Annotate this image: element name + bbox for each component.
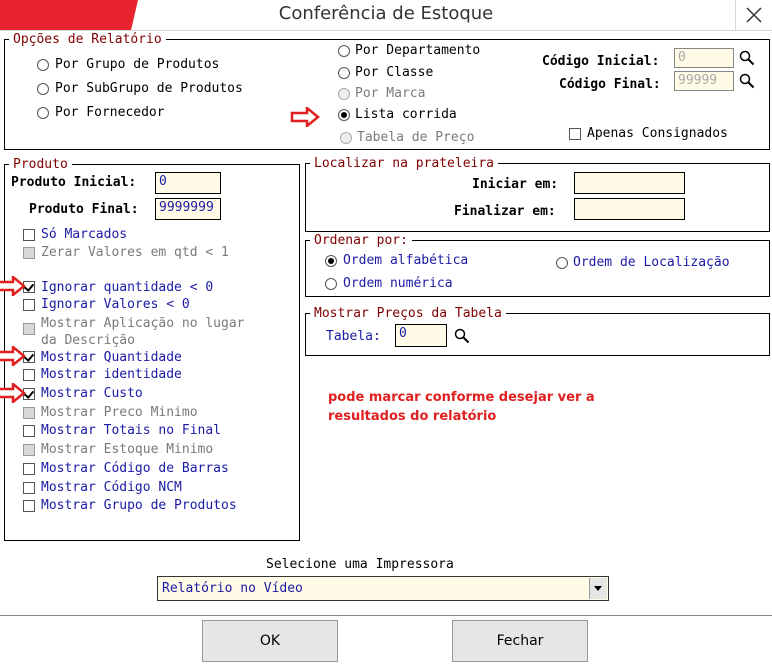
- dropdown-arrow-icon[interactable]: [589, 578, 607, 599]
- radio-subgrupo-produtos[interactable]: [37, 83, 49, 95]
- label-mostrar-codigo-barras: Mostrar Código de Barras: [41, 461, 229, 476]
- radio-ordem-numerica[interactable]: [325, 278, 337, 290]
- radio-label-fornecedor: Por Fornecedor: [55, 105, 165, 120]
- label-mostrar-preco-minimo: Mostrar Preco Minimo: [41, 405, 198, 420]
- label-ordem-localizacao: Ordem de Localização: [573, 255, 730, 270]
- radio-label-subgrupo: Por SubGrupo de Produtos: [55, 81, 243, 96]
- label-mostrar-aplicacao: Mostrar Aplicação no lugar: [41, 316, 245, 331]
- radio-classe[interactable]: [338, 67, 350, 79]
- radio-marca[interactable]: [338, 88, 350, 100]
- label-mostrar-grupo-produtos: Mostrar Grupo de Produtos: [41, 498, 237, 513]
- radio-label-marca: Por Marca: [355, 86, 426, 101]
- codigo-final-input[interactable]: 99999: [674, 71, 734, 91]
- finalizar-em-input[interactable]: [574, 198, 685, 220]
- window-title: Conferência de Estoque: [278, 3, 494, 24]
- codigo-final-label: Código Final:: [559, 77, 661, 92]
- title-bar: Conferência de Estoque: [0, 0, 772, 31]
- search-icon[interactable]: [739, 73, 755, 89]
- label-ordem-alfabetica: Ordem alfabética: [343, 253, 469, 268]
- label-so-marcados: Só Marcados: [41, 227, 128, 242]
- annotation-line-1: pode marcar conforme desejar ver a: [328, 390, 595, 405]
- label-ignorar-quantidade: Ignorar quantidade < 0: [41, 280, 214, 295]
- label-mostrar-custo: Mostrar Custo: [41, 386, 143, 401]
- codigo-inicial-label: Código Inicial:: [542, 54, 660, 69]
- impressora-select[interactable]: Relatório no Vídeo: [157, 576, 609, 601]
- radio-lista-corrida[interactable]: [338, 109, 350, 121]
- radio-label-departamento: Por Departamento: [355, 43, 481, 58]
- checkbox-mostrar-codigo-barras[interactable]: [23, 463, 35, 475]
- checkbox-so-marcados[interactable]: [23, 229, 35, 241]
- finalizar-em-label: Finalizar em:: [454, 204, 556, 219]
- apenas-consignados-label: Apenas Consignados: [587, 126, 728, 141]
- localizar-legend: Localizar na prateleira: [314, 156, 495, 171]
- report-options-legend: Opções de Relatório: [13, 32, 162, 47]
- search-icon[interactable]: [454, 328, 470, 344]
- tabela-label: Tabela:: [326, 329, 381, 344]
- footer-divider: [0, 615, 772, 616]
- radio-label-grupo: Por Grupo de Produtos: [55, 57, 220, 72]
- tabela-input[interactable]: 0: [395, 324, 447, 347]
- radio-grupo-produtos[interactable]: [37, 59, 49, 71]
- impressora-label: Selecione uma Impressora: [266, 557, 454, 572]
- radio-tabela-preco[interactable]: [340, 132, 352, 144]
- radio-label-classe: Por Classe: [355, 65, 434, 80]
- produto-legend: Produto: [13, 157, 68, 172]
- label-mostrar-identidade: Mostrar identidade: [41, 367, 182, 382]
- red-arrow-icon: [0, 276, 26, 296]
- codigo-inicial-input[interactable]: 0: [674, 48, 734, 68]
- apenas-consignados-checkbox[interactable]: [569, 128, 581, 140]
- radio-departamento[interactable]: [338, 45, 350, 57]
- red-arrow-icon: [290, 107, 320, 127]
- fechar-button[interactable]: Fechar: [452, 620, 588, 662]
- checkbox-mostrar-preco-minimo[interactable]: [23, 407, 35, 419]
- search-icon[interactable]: [739, 50, 755, 66]
- radio-ordem-alfabetica[interactable]: [325, 255, 337, 267]
- annotation-line-2: resultados do relatório: [328, 409, 497, 424]
- label-mostrar-codigo-ncm: Mostrar Código NCM: [41, 480, 182, 495]
- label-zerar-valores: Zerar Valores em qtd < 1: [41, 245, 229, 260]
- impressora-selected: Relatório no Vídeo: [162, 581, 303, 596]
- produto-inicial-input[interactable]: 0: [155, 172, 221, 194]
- iniciar-em-input[interactable]: [574, 172, 685, 194]
- produto-final-label: Produto Final:: [29, 202, 139, 217]
- produto-inicial-label: Produto Inicial:: [11, 175, 137, 190]
- checkbox-zerar-valores[interactable]: [23, 247, 35, 259]
- label-ordem-numerica: Ordem numérica: [343, 276, 453, 291]
- checkbox-mostrar-totais[interactable]: [23, 425, 35, 437]
- ordenar-legend: Ordenar por:: [314, 233, 408, 248]
- produto-final-input[interactable]: 9999999: [155, 198, 221, 220]
- label-ignorar-valores: Ignorar Valores < 0: [41, 297, 190, 312]
- close-icon: [746, 7, 762, 23]
- radio-label-lista-corrida: Lista corrida: [355, 107, 457, 122]
- radio-label-tabela-preco: Tabela de Preço: [357, 130, 475, 145]
- label-mostrar-totais: Mostrar Totais no Final: [41, 423, 222, 438]
- label-mostrar-estoque-minimo: Mostrar Estoque Minimo: [41, 442, 214, 457]
- checkbox-mostrar-estoque-minimo[interactable]: [23, 444, 35, 456]
- red-arrow-icon: [0, 383, 26, 403]
- radio-fornecedor[interactable]: [37, 107, 49, 119]
- radio-ordem-localizacao[interactable]: [556, 257, 568, 269]
- checkbox-mostrar-aplicacao[interactable]: [23, 323, 35, 335]
- label-mostrar-aplicacao-cont: da Descrição: [41, 333, 135, 348]
- checkbox-ignorar-valores[interactable]: [23, 299, 35, 311]
- iniciar-em-label: Iniciar em:: [472, 177, 559, 192]
- checkbox-mostrar-identidade[interactable]: [23, 369, 35, 381]
- red-arrow-icon: [0, 346, 26, 366]
- checkbox-mostrar-codigo-ncm[interactable]: [23, 482, 35, 494]
- precos-legend: Mostrar Preços da Tabela: [314, 306, 502, 321]
- localizar-group: Localizar na prateleira: [305, 156, 770, 232]
- checkbox-mostrar-grupo-produtos[interactable]: [23, 500, 35, 512]
- ok-button[interactable]: OK: [202, 620, 338, 662]
- label-mostrar-quantidade: Mostrar Quantidade: [41, 350, 182, 365]
- close-button[interactable]: [735, 0, 772, 30]
